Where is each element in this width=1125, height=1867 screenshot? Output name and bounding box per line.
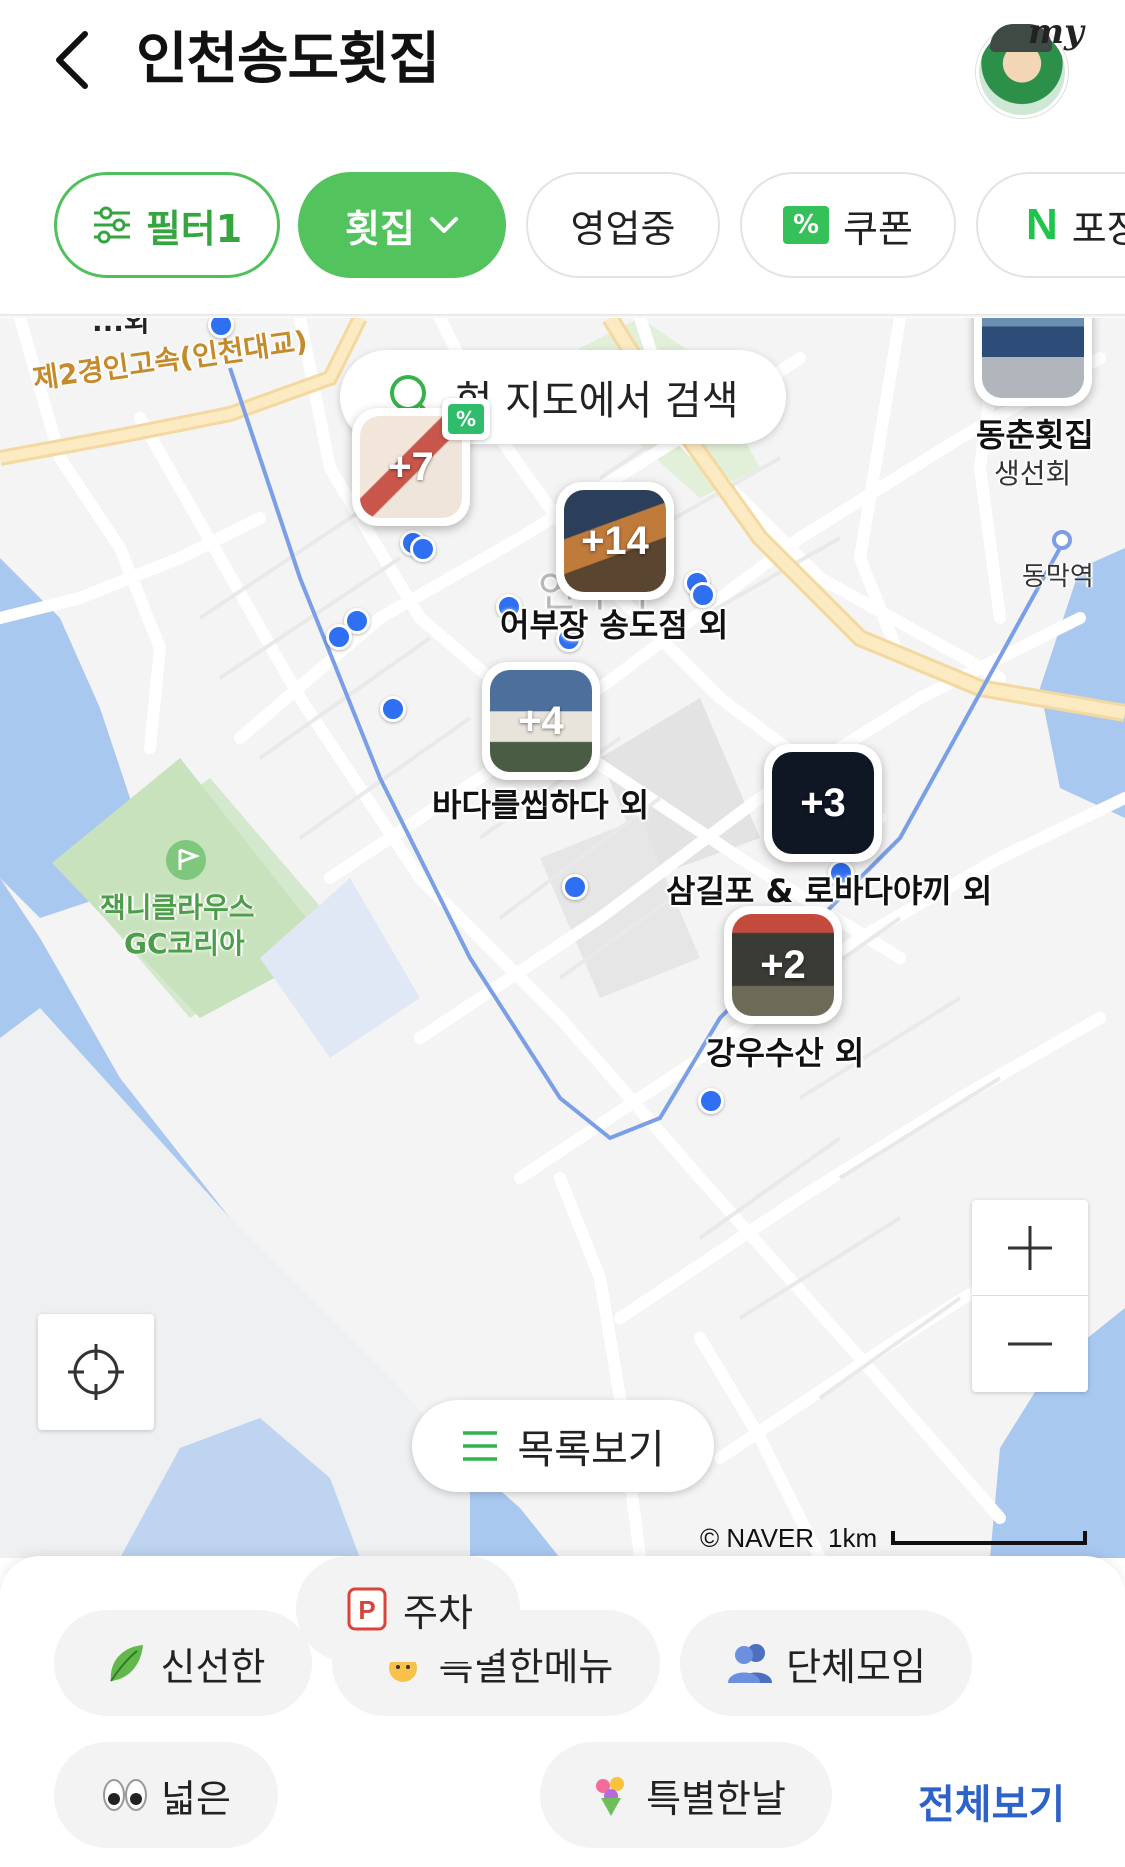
cluster-thumbnail: +2 bbox=[732, 914, 834, 1016]
map-marker-dot[interactable] bbox=[326, 624, 352, 650]
category-chip-label: 횟집 bbox=[345, 206, 415, 251]
chevron-down-icon bbox=[429, 217, 458, 233]
coupon-icon: % bbox=[448, 404, 484, 434]
golf-course-label-2: GC코리아 bbox=[124, 927, 245, 960]
current-location-button[interactable] bbox=[38, 1314, 154, 1430]
keyword-label: 단체모임 bbox=[786, 1644, 926, 1689]
golf-course-label: 잭니클라우스 bbox=[100, 891, 255, 924]
cluster-caption[interactable]: 강우수산 외 bbox=[706, 1028, 864, 1074]
cluster-marker[interactable]: +3 bbox=[764, 744, 882, 862]
filter-chip[interactable]: 필터1 bbox=[54, 172, 280, 278]
bouquet-icon bbox=[586, 1771, 634, 1819]
cluster-count: +14 bbox=[581, 518, 649, 563]
chevron-left-icon bbox=[56, 31, 88, 89]
cluster-count: +4 bbox=[518, 698, 564, 743]
parking-icon: P bbox=[343, 1585, 391, 1633]
coupon-chip[interactable]: % 쿠폰 bbox=[740, 172, 956, 278]
cluster-marker[interactable]: +14 bbox=[556, 482, 674, 600]
cluster-thumbnail: +3 bbox=[772, 752, 874, 854]
station-label: 동막역 bbox=[1022, 562, 1094, 592]
plus-icon bbox=[1008, 1225, 1052, 1270]
keyword-chip-parking[interactable]: P 주차 bbox=[296, 1556, 520, 1662]
keyword-chip-spacious[interactable]: 넓은 bbox=[54, 1742, 278, 1848]
keyword-label: 특별한날 bbox=[646, 1776, 786, 1821]
map-marker-dot[interactable] bbox=[380, 696, 406, 722]
list-view-button[interactable]: 목록보기 bbox=[412, 1400, 714, 1492]
naver-n-icon: N bbox=[1026, 200, 1058, 249]
coupon-chip-label: 쿠폰 bbox=[843, 206, 913, 251]
cluster-count: +7 bbox=[388, 444, 434, 489]
leaf-icon bbox=[101, 1639, 149, 1687]
cluster-caption[interactable]: 삼길포 & 로바다야끼 외 bbox=[666, 866, 992, 912]
search-this-area-label: 현 지도에서 검색 bbox=[455, 378, 739, 424]
coupon-icon: % bbox=[783, 206, 830, 244]
coupon-badge: % bbox=[442, 398, 490, 440]
open-now-chip[interactable]: 영업중 bbox=[526, 172, 720, 278]
eyes-icon bbox=[101, 1771, 149, 1819]
filter-chip-label: 필터1 bbox=[145, 206, 243, 251]
cluster-marker[interactable]: +2 bbox=[724, 906, 842, 1024]
svg-text:P: P bbox=[358, 1595, 375, 1625]
filter-chip-bar: 필터1 횟집 영업중 % 쿠폰 N 포장 bbox=[0, 170, 1125, 282]
place-name[interactable]: 동춘횟집 bbox=[976, 410, 1094, 456]
header: 인천송도횟집 my bbox=[0, 0, 1125, 160]
partial-cluster-caption: ...외 bbox=[92, 318, 150, 338]
cluster-caption[interactable]: 어부장 송도점 외 bbox=[500, 600, 728, 646]
open-now-label: 영업중 bbox=[570, 206, 676, 251]
minus-icon bbox=[1008, 1342, 1052, 1346]
see-all-link[interactable]: 전체보기 bbox=[918, 1772, 1065, 1830]
crosshair-icon bbox=[68, 1344, 124, 1400]
keyword-label: 주차 bbox=[403, 1590, 473, 1635]
map-copyright: © NAVER bbox=[700, 1522, 815, 1553]
map-marker-dot[interactable] bbox=[410, 536, 436, 562]
zoom-in-button[interactable] bbox=[972, 1200, 1088, 1296]
back-button[interactable] bbox=[46, 28, 96, 92]
place-marker[interactable] bbox=[974, 318, 1092, 406]
cluster-thumbnail: +14 bbox=[564, 490, 666, 592]
keyword-chip-special-day[interactable]: 특별한날 bbox=[540, 1742, 832, 1848]
keyword-bottom-sheet: 신선한 특별한메뉴 단체모임 넓은 P 주차 특별한날 전체보기 bbox=[0, 1556, 1125, 1867]
map-marker-dot[interactable] bbox=[698, 1088, 724, 1114]
zoom-controls bbox=[972, 1200, 1088, 1392]
place-category: 생선회 bbox=[994, 457, 1072, 490]
keyword-chip-group[interactable]: 단체모임 bbox=[680, 1610, 972, 1716]
takeout-chip[interactable]: N 포장 bbox=[976, 172, 1125, 278]
my-badge: my bbox=[1028, 12, 1084, 52]
sliders-icon bbox=[93, 206, 130, 244]
map-view[interactable]: 제2경인고속(인천대교) ...외 잭니클라우스 GC코리아 동막역 연수구 현… bbox=[0, 318, 1125, 1558]
keyword-label: 신선한 bbox=[160, 1644, 266, 1689]
cluster-count: +2 bbox=[760, 942, 806, 987]
cluster-caption[interactable]: 바다를씹하다 외 bbox=[432, 780, 649, 826]
list-view-label: 목록보기 bbox=[517, 1427, 665, 1473]
page-title: 인천송도횟집 bbox=[136, 27, 440, 92]
keyword-label: 넓은 bbox=[161, 1776, 231, 1821]
group-icon bbox=[726, 1639, 774, 1687]
list-icon bbox=[463, 1431, 498, 1461]
takeout-chip-label: 포장 bbox=[1071, 206, 1125, 251]
cluster-marker[interactable]: +4 bbox=[482, 662, 600, 780]
cluster-count: +3 bbox=[800, 780, 846, 825]
cluster-thumbnail: +4 bbox=[490, 670, 592, 772]
scale-label: 1km bbox=[828, 1522, 878, 1553]
map-scale: © NAVER 1km bbox=[700, 1518, 1088, 1558]
keyword-chip-fresh[interactable]: 신선한 bbox=[54, 1610, 312, 1716]
category-chip-hoetjip[interactable]: 횟집 bbox=[298, 172, 506, 278]
scale-bar bbox=[891, 1531, 1088, 1545]
my-profile-avatar[interactable]: my bbox=[972, 12, 1084, 118]
map-marker-dot[interactable] bbox=[562, 874, 588, 900]
zoom-out-button[interactable] bbox=[972, 1296, 1088, 1392]
place-thumbnail bbox=[982, 318, 1084, 398]
